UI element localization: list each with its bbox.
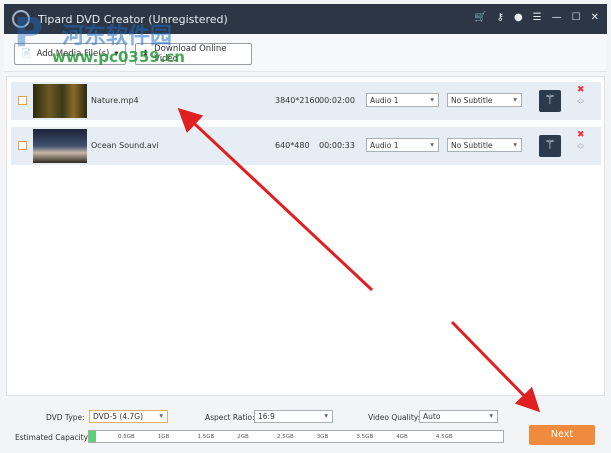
aspect-ratio-label: Aspect Ratio:	[205, 413, 255, 422]
capacity-tick-label: 0.5GB	[117, 434, 135, 440]
download-online-video-button[interactable]: ⬇ Download Online Video	[135, 43, 252, 65]
add-media-label: Add Media File(s)	[36, 49, 110, 59]
capacity-bar: 0.5GB 1GB 1.5GB 2GB 2.5GB 3GB 3.5GB 4GB 4.5GB	[88, 430, 504, 443]
capacity-used-fill	[89, 431, 97, 442]
file-resolution: 640*480	[275, 141, 310, 150]
feedback-icon[interactable]: ●	[514, 12, 523, 23]
toolbar: 📄 Add Media File(s) ▾ ⬇ Download Online …	[4, 34, 607, 72]
audio-track-select[interactable]: Audio 1	[366, 138, 439, 152]
file-list: Nature.mp4 3840*2160 00:02:00 Audio 1 No…	[6, 76, 605, 396]
capacity-tick-label: 3.5GB	[356, 434, 374, 440]
file-duration: 00:02:00	[319, 96, 355, 105]
add-file-icon: 📄	[21, 49, 32, 59]
chevron-down-icon[interactable]: ▾	[114, 49, 118, 59]
capacity-tick-label: 2GB	[237, 434, 249, 440]
edit-magic-wand-icon[interactable]: ⚚	[539, 135, 561, 157]
file-name: Ocean Sound.avi	[91, 141, 159, 150]
next-button[interactable]: Next	[529, 425, 595, 445]
edit-magic-wand-icon[interactable]: ⚚	[539, 90, 561, 112]
file-row[interactable]: Nature.mp4 3840*2160 00:02:00 Audio 1 No…	[11, 82, 601, 120]
cart-icon[interactable]: 🛒	[474, 12, 486, 23]
download-icon: ⬇	[142, 49, 150, 59]
reorder-icon[interactable]: ︿ ﹀	[577, 140, 584, 154]
download-label: Download Online Video	[154, 44, 227, 64]
window-title: Tipard DVD Creator (Unregistered)	[38, 13, 228, 26]
file-name: Nature.mp4	[91, 96, 139, 105]
video-thumbnail	[33, 129, 87, 163]
maximize-icon[interactable]: ☐	[572, 12, 581, 23]
capacity-tick-label: 1GB	[157, 434, 170, 440]
subtitle-select[interactable]: No Subtitle	[447, 138, 522, 152]
capacity-tick-label: 1.5GB	[197, 434, 215, 440]
settings-panel: DVD Type: DVD-5 (4.7G) Aspect Ratio: 16:…	[6, 396, 605, 450]
file-row[interactable]: Ocean Sound.avi 640*480 00:00:33 Audio 1…	[11, 127, 601, 165]
dvd-type-label: DVD Type:	[46, 413, 85, 422]
key-icon[interactable]: ⚷	[497, 12, 504, 23]
file-duration: 00:00:33	[319, 141, 355, 150]
file-resolution: 3840*2160	[275, 96, 320, 105]
title-bar: Tipard DVD Creator (Unregistered) 🛒 ⚷ ● …	[4, 4, 607, 34]
reorder-icon[interactable]: ︿ ﹀	[577, 95, 584, 109]
file-checkbox[interactable]	[18, 141, 27, 150]
capacity-tick-label: 4.5GB	[435, 434, 453, 440]
capacity-label: Estimated Capacity:	[15, 433, 91, 442]
video-thumbnail	[33, 84, 87, 118]
subtitle-select[interactable]: No Subtitle	[447, 93, 522, 107]
close-icon[interactable]: ✕	[591, 12, 599, 23]
capacity-tick-label: 2.5GB	[276, 434, 294, 440]
audio-track-select[interactable]: Audio 1	[366, 93, 439, 107]
app-logo-icon	[12, 10, 30, 28]
menu-icon[interactable]: ☰	[533, 12, 542, 23]
file-checkbox[interactable]	[18, 96, 27, 105]
dvd-type-select[interactable]: DVD-5 (4.7G)	[89, 410, 168, 423]
video-quality-select[interactable]: Auto	[419, 410, 498, 423]
capacity-tick-label: 4GB	[396, 434, 408, 440]
minimize-icon[interactable]: —	[552, 12, 562, 23]
capacity-tick-label: 3GB	[316, 434, 329, 440]
video-quality-label: Video Quality:	[368, 413, 421, 422]
add-media-button[interactable]: 📄 Add Media File(s) ▾	[14, 43, 126, 65]
aspect-ratio-select[interactable]: 16:9	[254, 410, 333, 423]
